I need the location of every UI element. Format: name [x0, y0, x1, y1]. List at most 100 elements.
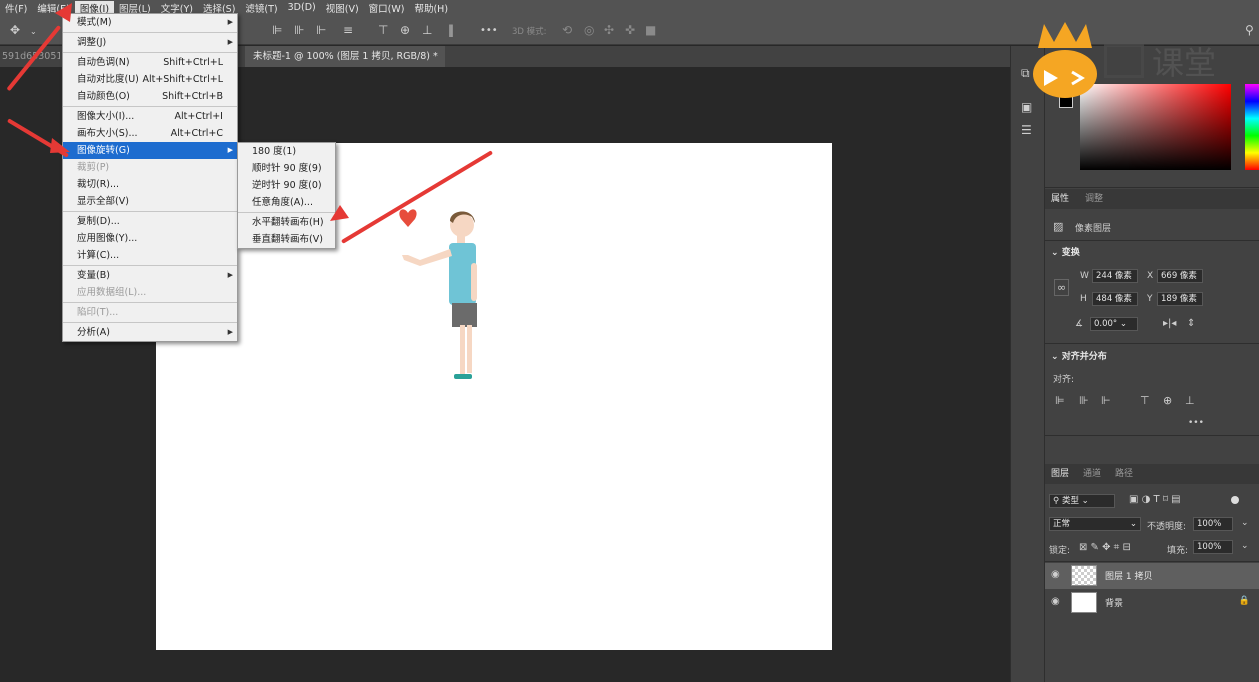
figure-shoes — [454, 374, 472, 379]
tab-adjustments[interactable]: 调整 — [1085, 189, 1103, 209]
align-bottom-icon[interactable]: ⊥ — [422, 24, 432, 36]
menu-option-label: 分析(A) — [77, 327, 110, 338]
history-icon[interactable]: ⧉ — [1021, 66, 1030, 81]
align-distribute-header[interactable]: ⌄ 对齐并分布 — [1051, 349, 1107, 362]
menu-option[interactable]: 复制(D)... — [63, 213, 237, 230]
layer-kind-filter[interactable]: ⚲ 类型 ⌄ — [1049, 494, 1115, 508]
align-right-icon[interactable]: ⊩ — [316, 24, 326, 36]
align-top-icon[interactable]: ⊤ — [1140, 394, 1150, 407]
watermark-glyph-shape — [1104, 44, 1144, 78]
align-bottom-icon[interactable]: ⊥ — [1185, 394, 1195, 407]
distribute-icon[interactable]: ≡ — [343, 24, 353, 36]
right-panels: 属性 调整 ▨ 像素图层 ⌄ 变换 ∞ W 244 像素 X 669 像素 H … — [1044, 46, 1259, 682]
tab-properties[interactable]: 属性 — [1051, 189, 1069, 209]
chevron-down-icon[interactable]: ⌄ — [1241, 541, 1249, 551]
menu-option[interactable]: 计算(C)... — [63, 247, 237, 264]
menu-option[interactable]: 顺时针 90 度(9) — [238, 160, 335, 177]
filter-icons[interactable]: ▣ ◑ T ⌑ ▤ — [1129, 494, 1181, 505]
height-field[interactable]: 484 像素 — [1092, 292, 1138, 306]
menu-option[interactable]: 分析(A) ▶ — [63, 324, 237, 341]
align-horizontal-center-icon[interactable]: ⊪ — [1079, 394, 1089, 407]
menu-option[interactable]: 变量(B) ▶ — [63, 267, 237, 284]
align-left-icon[interactable]: ⊫ — [1055, 394, 1065, 407]
align-vertical-center-icon[interactable]: ⊕ — [1163, 394, 1172, 407]
flip-vertical-icon[interactable]: ⇕ — [1187, 318, 1195, 329]
menu-shortcut: Alt+Shift+Ctrl+L — [142, 74, 223, 85]
menu-shortcut: Alt+Ctrl+I — [174, 111, 224, 122]
lock-icons[interactable]: ⊠ ✎ ✥ ⌗ ⊟ — [1079, 542, 1131, 553]
distribute-vertical-icon[interactable]: ‖ — [448, 24, 454, 36]
x-field[interactable]: 669 像素 — [1157, 269, 1203, 283]
align-left-icon[interactable]: ⊫ — [272, 24, 282, 36]
menu-item[interactable]: 件(F) — [0, 1, 32, 15]
flip-horizontal-icon[interactable]: ▸|◂ — [1163, 318, 1176, 329]
more-align-button[interactable]: ••• — [1188, 418, 1204, 428]
heart-graphic — [399, 209, 417, 227]
link-icon[interactable]: ∞ — [1054, 279, 1070, 296]
menu-option[interactable]: 图像旋转(G) ▶ — [63, 142, 237, 159]
visibility-eye-icon[interactable]: ◉ — [1051, 569, 1060, 580]
figure-arm — [402, 249, 452, 266]
menu-option[interactable]: 自动颜色(O) Shift+Ctrl+B — [63, 88, 237, 105]
opacity-field[interactable]: 100% — [1193, 517, 1233, 531]
menu-option[interactable]: 逆时针 90 度(0) — [238, 177, 335, 194]
angle-icon: ∡ — [1075, 319, 1084, 329]
search-icon[interactable]: ⚲ — [1245, 24, 1254, 36]
menu-option[interactable]: 显示全部(V) — [63, 193, 237, 210]
notes-icon[interactable]: ☰ — [1021, 123, 1032, 137]
blend-mode-select[interactable]: 正常 ⌄ — [1049, 517, 1141, 531]
menu-item[interactable]: 3D(D) — [283, 2, 321, 13]
visibility-eye-icon[interactable]: ◉ — [1051, 596, 1060, 607]
more-options-button[interactable]: ••• — [480, 25, 498, 37]
collapsed-panel-dock: ⧉ ▣ ☰ — [1010, 46, 1044, 682]
transform-title: 变换 — [1061, 248, 1080, 258]
align-middle-icon[interactable]: ⊕ — [400, 24, 410, 36]
menu-option-label: 复制(D)... — [77, 216, 120, 227]
tab-layers[interactable]: 图层 — [1051, 464, 1069, 484]
move-tool-icon[interactable]: ✥ — [10, 24, 20, 36]
menu-option[interactable]: 自动色调(N) Shift+Ctrl+L — [63, 54, 237, 71]
transform-header[interactable]: ⌄ 变换 — [1051, 245, 1080, 258]
align-top-icon[interactable]: ⊤ — [378, 24, 388, 36]
menu-option[interactable]: 应用图像(Y)... — [63, 230, 237, 247]
y-field[interactable]: 189 像素 — [1157, 292, 1203, 306]
menu-option-label: 垂直翻转画布(V) — [252, 234, 323, 245]
angle-field[interactable]: 0.00° ⌄ — [1090, 317, 1138, 331]
tab-paths[interactable]: 路径 — [1115, 464, 1133, 484]
menu-option-label: 180 度(1) — [252, 146, 297, 157]
submenu-arrow-icon: ▶ — [227, 271, 233, 279]
chevron-down-icon[interactable]: ⌄ — [1241, 518, 1249, 528]
menu-option[interactable]: 垂直翻转画布(V) — [238, 231, 335, 248]
menu-option[interactable]: 模式(M) ▶ — [63, 14, 237, 31]
layer-row[interactable]: ◉ 背景 🔒 — [1045, 590, 1259, 616]
chevron-down-icon[interactable]: ⌄ — [30, 26, 37, 38]
hue-slider[interactable] — [1245, 84, 1259, 170]
layer-name: 图层 1 拷贝 — [1105, 572, 1153, 582]
menu-option[interactable]: 水平翻转画布(H) — [238, 214, 335, 231]
layers-tabs: 图层 通道 路径 — [1045, 464, 1259, 484]
menu-option-label: 计算(C)... — [77, 250, 120, 261]
fill-field[interactable]: 100% — [1193, 540, 1233, 554]
menu-option[interactable]: 调整(J) ▶ — [63, 34, 237, 51]
color-picker-field[interactable] — [1080, 84, 1231, 170]
menu-option[interactable]: 自动对比度(U) Alt+Shift+Ctrl+L — [63, 71, 237, 88]
menu-item[interactable]: 帮助(H) — [409, 1, 453, 15]
menu-item[interactable]: 滤镜(T) — [240, 1, 282, 15]
tab-active-document[interactable]: 未标题-1 @ 100% (图层 1 拷贝, RGB/8) * × — [245, 46, 445, 67]
filter-toggle-icon[interactable] — [1231, 496, 1239, 504]
align-right-icon[interactable]: ⊩ — [1101, 394, 1111, 407]
tab-channels[interactable]: 通道 — [1083, 464, 1101, 484]
align-center-icon[interactable]: ⊪ — [294, 24, 304, 36]
menu-item[interactable]: 视图(V) — [321, 1, 364, 15]
menu-option[interactable]: 180 度(1) — [238, 143, 335, 160]
width-field[interactable]: 244 像素 — [1092, 269, 1138, 283]
layer-row[interactable]: ◉ 图层 1 拷贝 — [1045, 563, 1259, 589]
menu-option: 陷印(T)... — [63, 304, 237, 321]
menu-item[interactable]: 窗口(W) — [364, 1, 410, 15]
libraries-icon[interactable]: ▣ — [1021, 100, 1032, 114]
menu-option[interactable]: 任意角度(A)... — [238, 194, 335, 211]
menu-option[interactable]: 图像大小(I)... Alt+Ctrl+I — [63, 108, 237, 125]
menu-option[interactable]: 裁切(R)... — [63, 176, 237, 193]
menu-option[interactable]: 画布大小(S)... Alt+Ctrl+C — [63, 125, 237, 142]
menu-option-label: 调整(J) — [77, 37, 107, 48]
